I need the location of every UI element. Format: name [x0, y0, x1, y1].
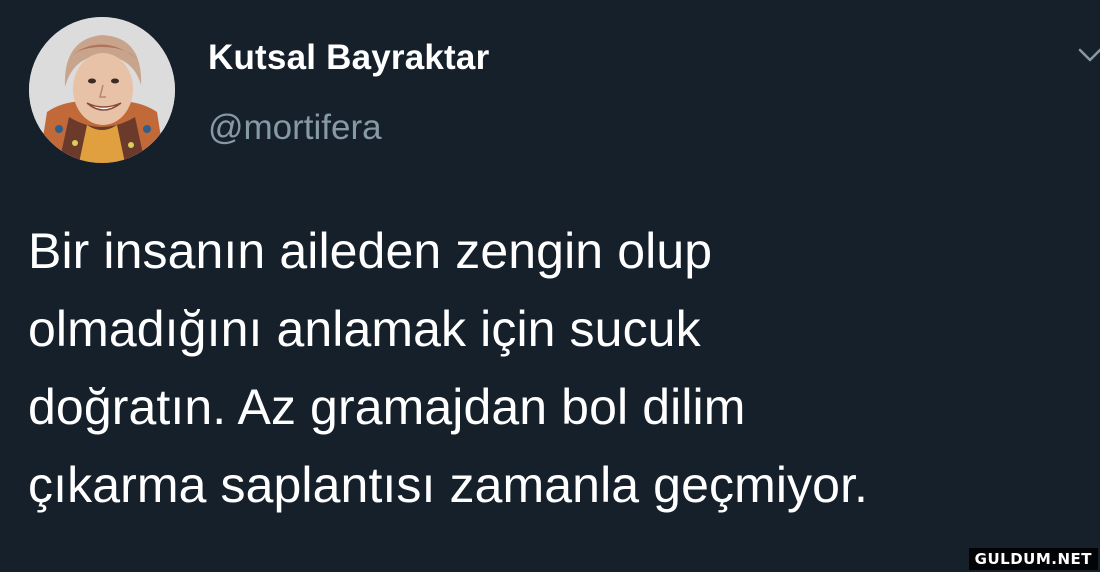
author-handle[interactable]: @mortifera [208, 108, 382, 148]
tweet-card: Kutsal Bayraktar @mortifera Bir insanın … [0, 0, 1100, 572]
avatar-image [29, 17, 175, 163]
author-name[interactable]: Kutsal Bayraktar [208, 38, 489, 78]
chevron-down-icon[interactable] [1074, 40, 1100, 70]
avatar[interactable] [29, 17, 175, 163]
tweet-text: Bir insanın aileden zengin olup olmadığı… [28, 223, 869, 513]
watermark: GULDUM.NET [968, 548, 1098, 570]
